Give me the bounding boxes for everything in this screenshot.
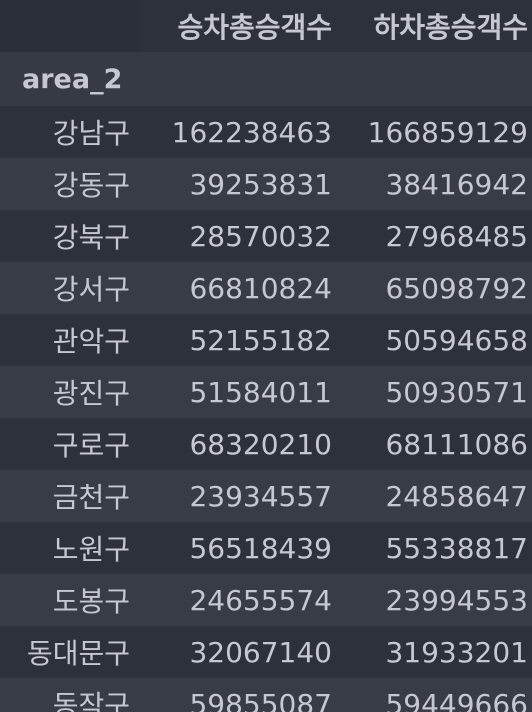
boarding-cell: 162238463 bbox=[171, 115, 332, 149]
table-row: 강동구 39253831 38416942 bbox=[0, 158, 532, 210]
row-index-label: 도봉구 bbox=[52, 585, 130, 618]
column-header-alighting: 하차총승객수 bbox=[336, 0, 532, 52]
alighting-cell: 27968485 bbox=[385, 219, 528, 253]
alighting-cell: 68111086 bbox=[385, 427, 528, 461]
boarding-cell: 52155182 bbox=[189, 323, 332, 357]
table-row: 금천구 23934557 24858647 bbox=[0, 470, 532, 522]
alighting-cell: 24858647 bbox=[385, 479, 528, 513]
boarding-cell: 39253831 bbox=[189, 167, 332, 201]
dataframe-table: 승차총승객수 하차총승객수 area_2 강남구 162238463 1668591… bbox=[0, 0, 532, 712]
table-row: 강북구 28570032 27968485 bbox=[0, 210, 532, 262]
header-corner bbox=[0, 0, 140, 52]
boarding-cell: 51584011 bbox=[189, 375, 332, 409]
column-header-row: 승차총승객수 하차총승객수 bbox=[0, 0, 532, 52]
alighting-cell: 59449666 bbox=[385, 687, 528, 712]
table-row: 노원구 56518439 55338817 bbox=[0, 522, 532, 574]
alighting-cell: 55338817 bbox=[385, 531, 528, 565]
table-row: 동작구 59855087 59449666 bbox=[0, 678, 532, 712]
row-index-label: 금천구 bbox=[52, 481, 130, 514]
table-header: 승차총승객수 하차총승객수 area_2 bbox=[0, 0, 532, 106]
row-index-label: 강남구 bbox=[52, 117, 130, 150]
index-name-row: area_2 bbox=[0, 52, 532, 106]
dataframe-output: 승차총승객수 하차총승객수 area_2 강남구 162238463 1668591… bbox=[0, 0, 532, 712]
boarding-cell: 56518439 bbox=[189, 531, 332, 565]
row-index-label: 강북구 bbox=[52, 221, 130, 254]
row-index-label: 강동구 bbox=[52, 169, 130, 202]
row-index-label: 관악구 bbox=[52, 325, 130, 358]
table-row: 강서구 66810824 65098792 bbox=[0, 262, 532, 314]
table-body: 강남구 162238463 166859129 강동구 39253831 38416942… bbox=[0, 106, 532, 712]
row-index-label: 구로구 bbox=[52, 429, 130, 462]
row-index-label: 동대문구 bbox=[26, 637, 130, 670]
boarding-cell: 66810824 bbox=[189, 271, 332, 305]
boarding-cell: 32067140 bbox=[189, 635, 332, 669]
row-index-label: 강서구 bbox=[52, 273, 130, 306]
row-index-label: 광진구 bbox=[52, 377, 130, 410]
table-row: 강남구 162238463 166859129 bbox=[0, 106, 532, 158]
table-row: 광진구 51584011 50930571 bbox=[0, 366, 532, 418]
table-row: 동대문구 32067140 31933201 bbox=[0, 626, 532, 678]
boarding-cell: 59855087 bbox=[189, 687, 332, 712]
alighting-cell: 31933201 bbox=[385, 635, 528, 669]
alighting-cell: 166859129 bbox=[367, 115, 528, 149]
alighting-cell: 38416942 bbox=[385, 167, 528, 201]
boarding-cell: 68320210 bbox=[189, 427, 332, 461]
alighting-cell: 50930571 bbox=[385, 375, 528, 409]
boarding-cell: 24655574 bbox=[189, 583, 332, 617]
alighting-cell: 23994553 bbox=[385, 583, 528, 617]
alighting-cell: 65098792 bbox=[385, 271, 528, 305]
row-index-label: 노원구 bbox=[52, 533, 130, 566]
index-name: area_2 bbox=[0, 52, 140, 106]
row-index-label: 동작구 bbox=[52, 689, 130, 712]
index-name-spacer bbox=[140, 52, 336, 106]
index-name-spacer bbox=[336, 52, 532, 106]
table-row: 도봉구 24655574 23994553 bbox=[0, 574, 532, 626]
boarding-cell: 23934557 bbox=[189, 479, 332, 513]
table-row: 관악구 52155182 50594658 bbox=[0, 314, 532, 366]
alighting-cell: 50594658 bbox=[385, 323, 528, 357]
column-header-boarding: 승차총승객수 bbox=[140, 0, 336, 52]
table-row: 구로구 68320210 68111086 bbox=[0, 418, 532, 470]
boarding-cell: 28570032 bbox=[189, 219, 332, 253]
